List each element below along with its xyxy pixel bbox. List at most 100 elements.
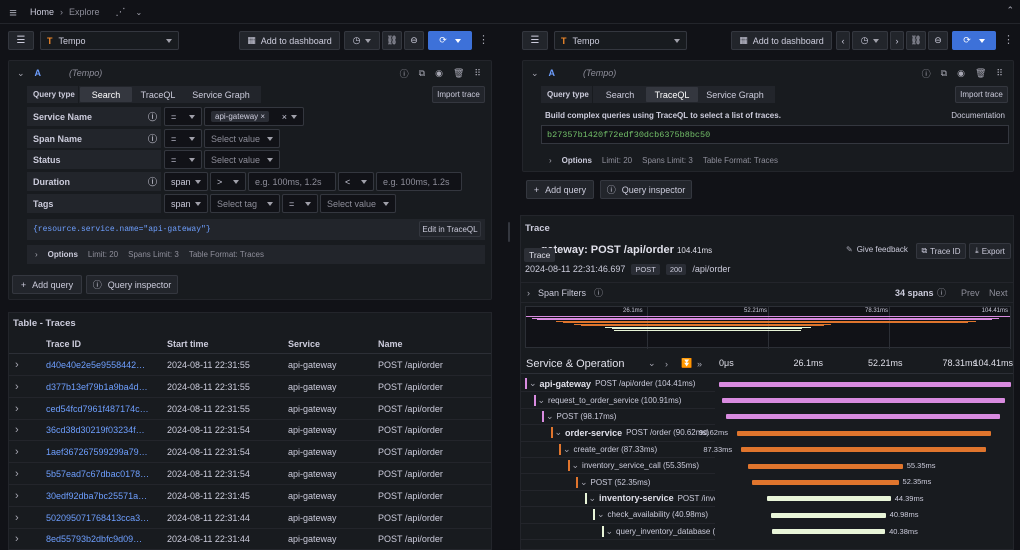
span-name-value-select[interactable]: Select value bbox=[204, 129, 280, 148]
chevron-down-icon[interactable]: ⌄ bbox=[136, 8, 143, 17]
service-name-operator[interactable]: = bbox=[164, 107, 202, 126]
table-row[interactable]: › 5b57ead7c67dbac0178… 2024-08-11 22:31:54… bbox=[9, 464, 491, 485]
copy-link-button[interactable]: ⛓ bbox=[382, 31, 402, 50]
table-row[interactable]: › 8ed55793b2dbfc9d09… 2024-08-11 22:31:44 a… bbox=[9, 529, 491, 549]
table-row[interactable]: › 1aef367267599299a79… 2024-08-11 22:31:54… bbox=[9, 442, 491, 464]
span-row[interactable]: ⌄ api-gateway POST /api/order (104.41ms) bbox=[521, 376, 715, 393]
span-row[interactable]: ⌄inventory-servicePOST /inventory (44.39… bbox=[521, 491, 715, 508]
next-button[interactable]: Next bbox=[989, 288, 1008, 298]
expand-row-icon[interactable]: › bbox=[15, 512, 19, 524]
double-chevron-right-icon[interactable]: » bbox=[697, 359, 702, 369]
tab-search[interactable]: Search bbox=[594, 87, 646, 102]
tab-search[interactable]: Search bbox=[80, 87, 132, 102]
span-collapse-icon[interactable]: ⌄ bbox=[593, 509, 605, 521]
span-filters-bar[interactable]: › Span Filters ⓘ 34 spans ⓘ Prev Next bbox=[521, 282, 1013, 303]
trace-id-link[interactable]: 1aef367267599299a79… bbox=[46, 447, 148, 457]
time-picker-button-right[interactable]: ◷ bbox=[852, 31, 888, 50]
help-icon[interactable]: ⓘ bbox=[400, 67, 409, 80]
drag-handle-icon[interactable]: ⠿ bbox=[996, 68, 1003, 79]
eye-icon[interactable]: ◉ bbox=[435, 68, 443, 79]
remove-icon[interactable]: × bbox=[260, 112, 265, 121]
span-bar[interactable] bbox=[722, 397, 1005, 403]
span-row[interactable]: ⌄ create_order (87.33ms) bbox=[521, 442, 715, 458]
trace-id-link[interactable]: d377b13ef79b1a9ba4d… bbox=[46, 382, 148, 392]
pane-resize-handle[interactable] bbox=[508, 222, 510, 242]
span-collapse-icon[interactable]: ⌄ bbox=[584, 492, 596, 504]
expand-row-icon[interactable]: › bbox=[15, 468, 19, 480]
breadcrumb-home[interactable]: Home bbox=[30, 7, 54, 17]
trace-minimap[interactable]: 26.1ms 52.21ms 78.31ms 104.41ms bbox=[525, 306, 1011, 349]
tags-tag-select[interactable]: Select tag bbox=[210, 194, 280, 213]
expand-row-icon[interactable]: › bbox=[15, 403, 19, 415]
options-row-right[interactable]: › Options Limit: 20 Spans Limit: 3 Table… bbox=[541, 151, 1009, 169]
span-bar[interactable] bbox=[737, 430, 991, 436]
options-row[interactable]: › Options Limit: 20 Spans Limit: 3 Table… bbox=[27, 245, 485, 264]
span-collapse-icon[interactable]: ⌄ bbox=[525, 378, 537, 390]
tab-traceql[interactable]: TraceQL bbox=[132, 87, 184, 102]
span-bar[interactable] bbox=[772, 529, 886, 535]
query-inspector-button-right[interactable]: ⓘ Query inspector bbox=[600, 180, 692, 199]
table-row[interactable]: › 502095071768413cca3… 2024-08-11 22:31:44… bbox=[9, 508, 491, 529]
trace-id-link[interactable]: 36cd38d30219f03234f… bbox=[46, 425, 145, 435]
duration-min-input[interactable]: e.g. 100ms, 1.2s bbox=[248, 172, 336, 191]
tags-scope-select[interactable]: span bbox=[164, 194, 208, 213]
query-ref-label[interactable]: A bbox=[35, 68, 42, 78]
add-to-dashboard-button-right[interactable]: ▦ Add to dashboard bbox=[731, 31, 832, 50]
run-query-button[interactable]: ⟳ bbox=[428, 31, 472, 50]
trace-id-link[interactable]: 5b57ead7c67dbac0178… bbox=[46, 469, 149, 479]
status-value-select[interactable]: Select value bbox=[204, 150, 280, 169]
chevron-right-icon[interactable]: › bbox=[665, 359, 668, 369]
drag-handle-icon[interactable]: ⠿ bbox=[474, 68, 481, 79]
table-row[interactable]: › ced54fcd7961f487174c… 2024-08-11 22:31:5… bbox=[9, 399, 491, 420]
add-query-button[interactable]: + Add query bbox=[12, 275, 82, 294]
zoom-out-button-right[interactable]: ⊖ bbox=[928, 31, 948, 50]
toggle-sidebar-button[interactable]: ☰ bbox=[8, 31, 34, 50]
tab-service-graph[interactable]: Service Graph bbox=[698, 87, 772, 102]
more-vertical-icon[interactable]: ⋮ bbox=[478, 33, 489, 46]
span-bar[interactable] bbox=[747, 463, 903, 469]
datasource-picker-right[interactable]: T Tempo bbox=[554, 31, 687, 50]
add-to-dashboard-button[interactable]: ▦ Add to dashboard bbox=[239, 31, 340, 50]
duplicate-icon[interactable]: ⧉ bbox=[419, 68, 425, 79]
trace-id-link[interactable]: d40e40e2e5e9558442… bbox=[46, 360, 145, 370]
share-icon[interactable]: ⋰ bbox=[116, 7, 126, 18]
tags-value-select[interactable]: Select value bbox=[320, 194, 396, 213]
datasource-picker[interactable]: T Tempo bbox=[40, 31, 179, 50]
trash-icon[interactable]: 🗑 bbox=[975, 68, 986, 79]
table-row[interactable]: › d377b13ef79b1a9ba4d… 2024-08-11 22:31:55… bbox=[9, 377, 491, 398]
span-bar[interactable] bbox=[766, 496, 891, 502]
status-operator[interactable]: = bbox=[164, 150, 202, 169]
eye-icon[interactable]: ◉ bbox=[957, 68, 965, 79]
menu-icon[interactable]: ≡ bbox=[6, 5, 20, 20]
table-row[interactable]: › 36cd38d30219f03234f… 2024-08-11 22:31:54… bbox=[9, 420, 491, 442]
tab-service-graph[interactable]: Service Graph bbox=[184, 87, 258, 102]
column-service[interactable]: Service bbox=[288, 339, 320, 349]
time-back-button[interactable]: ‹ bbox=[836, 31, 850, 50]
run-query-button-right[interactable]: ⟳ bbox=[952, 31, 996, 50]
service-name-value-select[interactable]: api-gateway × × bbox=[204, 107, 304, 126]
span-bar[interactable] bbox=[771, 512, 886, 518]
column-name[interactable]: Name bbox=[378, 339, 403, 349]
copy-link-button-right[interactable]: ⛓ bbox=[906, 31, 926, 50]
export-button[interactable]: ⤓ Export bbox=[969, 243, 1011, 259]
trace-id-link[interactable]: ced54fcd7961f487174c… bbox=[46, 404, 149, 414]
expand-row-icon[interactable]: › bbox=[15, 533, 19, 545]
span-row[interactable]: ⌄ POST (98.17ms) bbox=[521, 409, 715, 426]
span-bar[interactable] bbox=[719, 381, 1011, 387]
import-trace-button[interactable]: Import trace bbox=[955, 86, 1008, 103]
span-collapse-icon[interactable]: ⌄ bbox=[567, 460, 579, 472]
double-chevron-down-icon[interactable]: ⏬ bbox=[681, 358, 692, 369]
duplicate-icon[interactable]: ⧉ bbox=[941, 68, 947, 79]
duration-scope-select[interactable]: span bbox=[164, 172, 208, 191]
query-inspector-button[interactable]: ⓘ Query inspector bbox=[86, 275, 178, 294]
span-row[interactable]: ⌄ order-service POST /order (90.62ms) bbox=[521, 425, 715, 442]
trash-icon[interactable]: 🗑 bbox=[453, 68, 464, 79]
help-icon[interactable]: ⓘ bbox=[922, 67, 931, 80]
expand-row-icon[interactable]: › bbox=[15, 359, 19, 371]
span-collapse-icon[interactable]: ⌄ bbox=[601, 525, 613, 537]
prev-button[interactable]: Prev bbox=[961, 288, 980, 298]
collapse-up-icon[interactable]: ⌃ bbox=[1006, 5, 1014, 16]
give-feedback-link[interactable]: ✎ Give feedback bbox=[846, 245, 908, 254]
span-row[interactable]: ⌄query_inventory_database (40.38ms) bbox=[521, 524, 715, 540]
documentation-link[interactable]: Documentation bbox=[951, 111, 1005, 120]
